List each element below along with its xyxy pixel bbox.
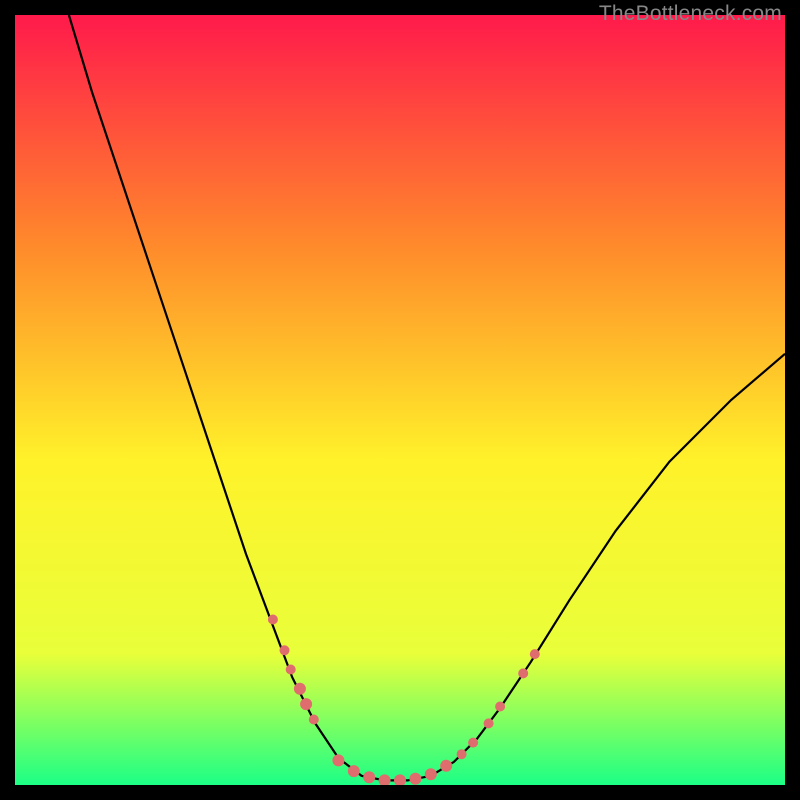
gradient-background — [15, 15, 785, 785]
marker-point — [530, 649, 540, 659]
marker-point — [409, 773, 421, 785]
marker-point — [457, 749, 467, 759]
marker-point — [484, 718, 494, 728]
marker-point — [363, 771, 375, 783]
marker-point — [286, 665, 296, 675]
watermark-label: TheBottleneck.com — [599, 2, 782, 26]
marker-point — [495, 702, 505, 712]
marker-point — [268, 615, 278, 625]
marker-point — [280, 645, 290, 655]
marker-point — [300, 698, 312, 710]
marker-point — [348, 765, 360, 777]
marker-point — [518, 668, 528, 678]
marker-point — [294, 683, 306, 695]
chart-frame — [15, 15, 785, 785]
marker-point — [309, 715, 319, 725]
chart-svg — [15, 15, 785, 785]
marker-point — [425, 768, 437, 780]
marker-point — [468, 738, 478, 748]
marker-point — [332, 754, 344, 766]
marker-point — [440, 760, 452, 772]
